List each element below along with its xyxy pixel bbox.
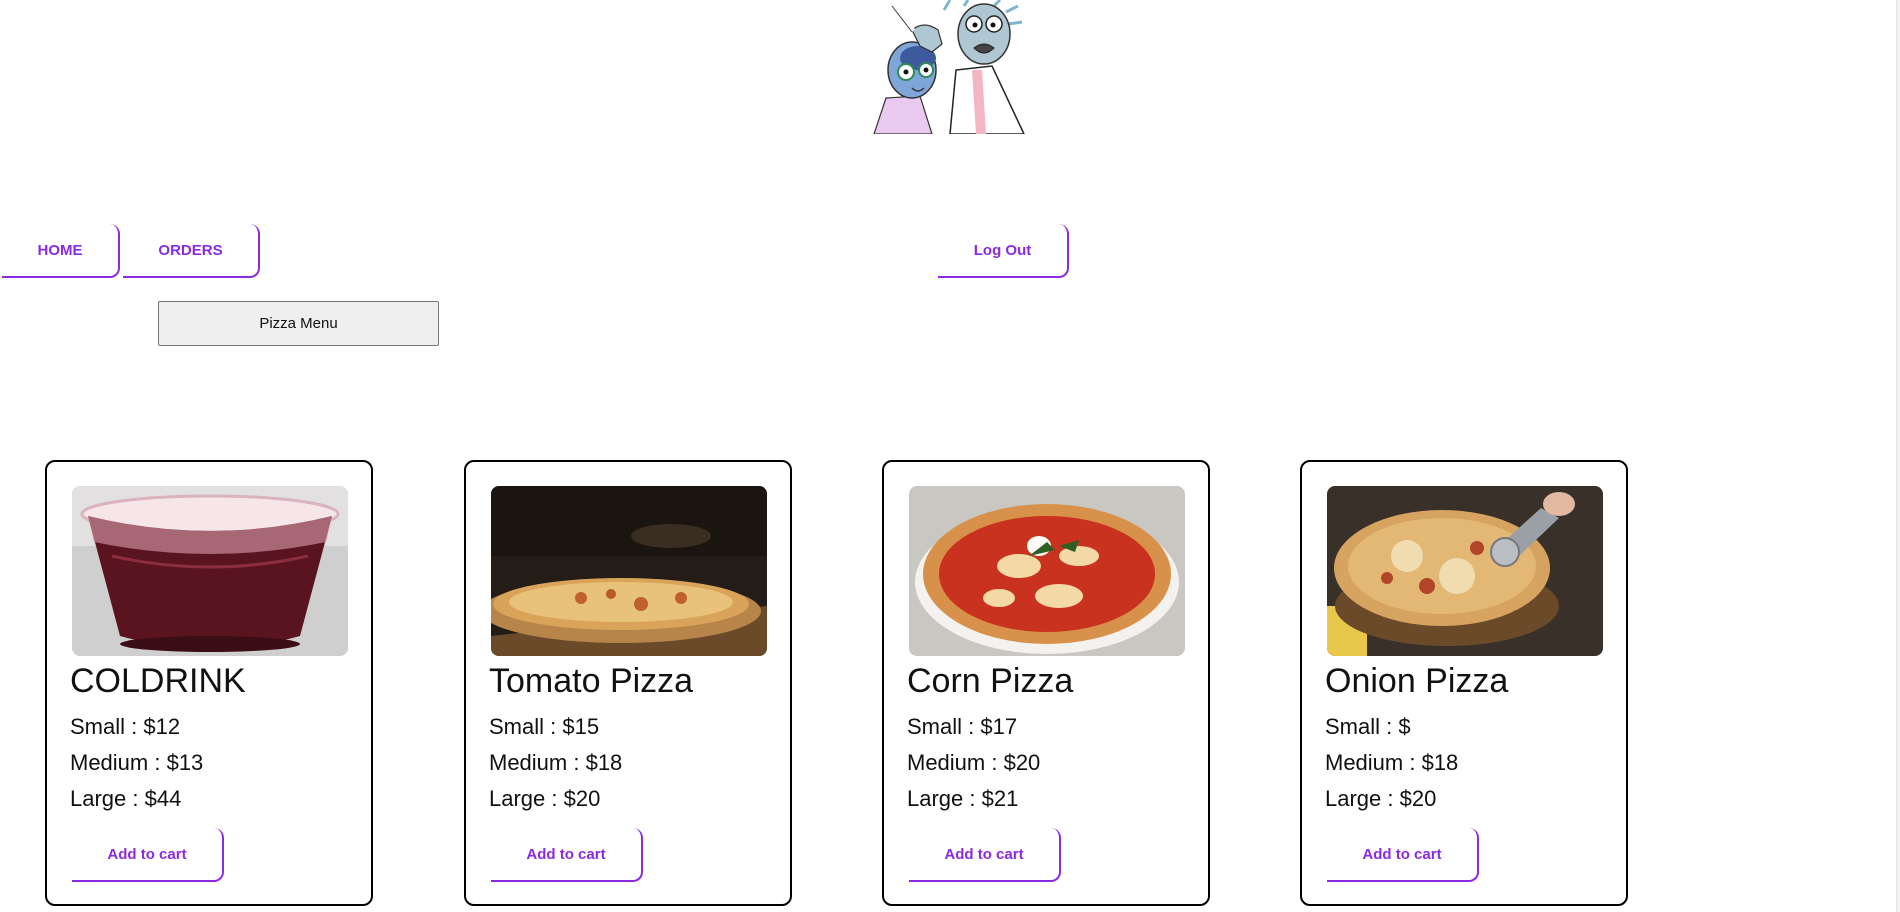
product-card-coldrink: COLDRINK Small : $12 Medium : $13 Large …: [45, 460, 373, 906]
product-name: Corn Pizza: [907, 662, 1074, 700]
price-medium: Medium : $13: [70, 750, 204, 775]
pizza-menu-button[interactable]: Pizza Menu: [158, 301, 439, 346]
site-logo: [872, 0, 1030, 135]
add-to-cart-button[interactable]: Add to cart: [909, 828, 1061, 882]
price-large: Large : $20: [1325, 786, 1437, 811]
home-button[interactable]: HOME: [2, 224, 120, 278]
add-to-cart-button[interactable]: Add to cart: [491, 828, 643, 882]
price-small: Small : $17: [907, 714, 1018, 739]
orders-button[interactable]: ORDERS: [123, 224, 260, 278]
coldrink-image: [72, 486, 348, 656]
price-large: Large : $44: [70, 786, 182, 811]
product-name: Onion Pizza: [1325, 662, 1509, 700]
product-name: Tomato Pizza: [489, 662, 694, 700]
page-scrollbar[interactable]: [1896, 0, 1900, 912]
price-medium: Medium : $18: [1325, 750, 1459, 775]
price-large: Large : $20: [489, 786, 601, 811]
add-to-cart-button[interactable]: Add to cart: [72, 828, 224, 882]
price-small: Small : $12: [70, 714, 181, 739]
add-to-cart-button[interactable]: Add to cart: [1327, 828, 1479, 882]
corn-pizza-image: [909, 486, 1185, 656]
logout-button[interactable]: Log Out: [938, 224, 1069, 278]
price-small: Small : $: [1325, 714, 1411, 739]
price-medium: Medium : $18: [489, 750, 623, 775]
product-card-onion-pizza: Onion Pizza Small : $ Medium : $18 Large…: [1300, 460, 1628, 906]
product-card-corn-pizza: Corn Pizza Small : $17 Medium : $20 Larg…: [882, 460, 1210, 906]
price-medium: Medium : $20: [907, 750, 1041, 775]
tomato-pizza-image: [491, 486, 767, 656]
product-card-tomato-pizza: Tomato Pizza Small : $15 Medium : $18 La…: [464, 460, 792, 906]
onion-pizza-image: [1327, 486, 1603, 656]
product-name: COLDRINK: [70, 662, 246, 700]
price-small: Small : $15: [489, 714, 600, 739]
price-large: Large : $21: [907, 786, 1019, 811]
